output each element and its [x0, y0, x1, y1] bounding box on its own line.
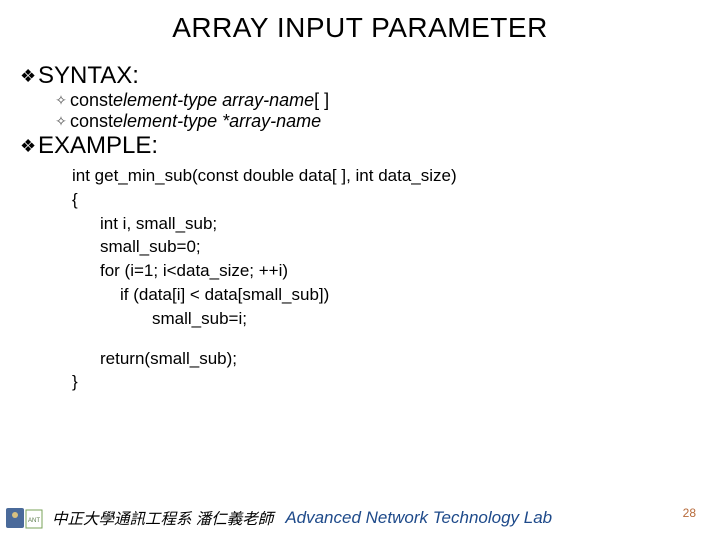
diamond-bullet-icon: ❖: [20, 136, 36, 157]
footer-en-text: Advanced Network Technology Lab: [285, 508, 552, 528]
syntax-item-italic: element-type *array-name: [113, 111, 321, 132]
code-line: }: [72, 370, 696, 394]
section-syntax-heading: ❖ SYNTAX:: [20, 62, 696, 90]
slide-container: ARRAY INPUT PARAMETER ❖ SYNTAX: ✧ const …: [0, 0, 720, 540]
footer: ANT 中正大學通訊工程系 潘仁義老師 Advanced Network Tec…: [0, 502, 720, 534]
diamond-bullet-icon: ❖: [20, 66, 36, 87]
syntax-item-1: ✧ const element-type array-name [ ]: [54, 90, 696, 111]
syntax-item-suffix: [ ]: [314, 90, 329, 111]
section-syntax-label: SYNTAX:: [38, 62, 139, 90]
code-line: {: [72, 188, 696, 212]
code-line: for (i=1; i<data_size; ++i): [100, 259, 696, 283]
code-line: small_sub=0;: [100, 235, 696, 259]
svg-text:ANT: ANT: [28, 518, 40, 524]
code-block: int get_min_sub(const double data[ ], in…: [72, 164, 696, 394]
page-number: 28: [683, 506, 696, 520]
diamond-outline-icon: ✧: [54, 92, 68, 109]
diamond-outline-icon: ✧: [54, 113, 68, 130]
syntax-item-italic: element-type array-name: [113, 90, 314, 111]
code-line: if (data[i] < data[small_sub]): [120, 283, 696, 307]
code-line: return(small_sub);: [100, 347, 696, 371]
slide-title: ARRAY INPUT PARAMETER: [24, 12, 696, 44]
code-line: small_sub=i;: [152, 307, 696, 331]
syntax-item-prefix: const: [70, 90, 113, 111]
syntax-item-prefix: const: [70, 111, 113, 132]
section-example-label: EXAMPLE:: [38, 132, 158, 160]
syntax-item-2: ✧ const element-type *array-name: [54, 111, 696, 132]
code-line: int i, small_sub;: [100, 212, 696, 236]
code-line: int get_min_sub(const double data[ ], in…: [72, 164, 696, 188]
code-blank-line: [72, 331, 696, 347]
section-example-heading: ❖ EXAMPLE:: [20, 132, 696, 160]
footer-cn-text: 中正大學通訊工程系 潘仁義老師: [52, 507, 273, 529]
footer-logo-icon: ANT: [4, 502, 48, 534]
